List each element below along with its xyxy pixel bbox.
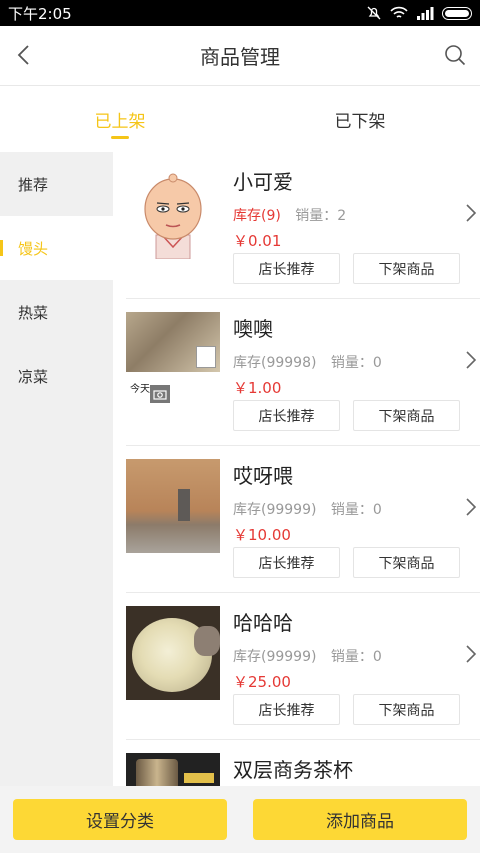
delist-button[interactable]: 下架商品 xyxy=(353,400,460,431)
thumbnail-caption: 今天 xyxy=(130,384,150,395)
product-sales: 销量：0 xyxy=(330,355,382,371)
product-item[interactable]: 哈哈哈 库存(99999) 销量：0 ￥25.00 店长推荐 下架商品 xyxy=(126,593,480,740)
product-sales: 销量：0 xyxy=(330,649,382,665)
chevron-right-icon xyxy=(466,645,477,663)
product-price: ￥1.00 xyxy=(233,379,282,397)
status-tabs: 已上架 已下架 xyxy=(0,87,480,151)
mute-icon xyxy=(367,6,381,20)
product-item[interactable]: 双层商务茶杯 xyxy=(126,740,480,786)
sidebar-item-recommend[interactable]: 推荐 xyxy=(0,152,113,216)
product-name: 哈哈哈 xyxy=(233,611,293,635)
recommend-button[interactable]: 店长推荐 xyxy=(233,694,340,725)
set-category-button[interactable]: 设置分类 xyxy=(13,799,227,840)
product-name: 哎呀喂 xyxy=(233,464,293,488)
category-sidebar: 推荐 馒头 热菜 凉菜 xyxy=(0,152,113,786)
page-title: 商品管理 xyxy=(200,45,280,69)
product-thumbnail xyxy=(126,459,220,553)
product-sales: 销量：2 xyxy=(295,208,347,224)
sidebar-item-mantou[interactable]: 馒头 xyxy=(0,216,113,280)
chevron-left-icon xyxy=(17,45,29,65)
recommend-button[interactable]: 店长推荐 xyxy=(233,253,340,284)
sidebar-item-cold-dishes[interactable]: 凉菜 xyxy=(0,344,113,408)
add-product-button[interactable]: 添加商品 xyxy=(253,799,467,840)
product-stock: 库存(9) xyxy=(233,208,281,224)
product-thumbnail xyxy=(126,165,220,259)
delist-button[interactable]: 下架商品 xyxy=(353,253,460,284)
search-icon xyxy=(445,45,466,66)
product-name: 噢噢 xyxy=(233,317,273,341)
chevron-right-icon xyxy=(466,498,477,516)
product-stock: 库存(99999) xyxy=(233,502,317,518)
battery-icon xyxy=(442,6,472,20)
cartoon-character-image xyxy=(144,173,202,259)
product-item[interactable]: 哎呀喂 库存(99999) 销量：0 ￥10.00 店长推荐 下架商品 xyxy=(126,446,480,593)
product-name: 小可爱 xyxy=(233,170,293,194)
delist-button[interactable]: 下架商品 xyxy=(353,547,460,578)
top-nav: 商品管理 xyxy=(0,26,480,86)
product-item[interactable]: 今天 噢噢 库存(99998) 销量：0 ￥1.00 店长推荐 下架商品 xyxy=(126,299,480,446)
chevron-right-icon xyxy=(466,204,477,222)
building-photo-image xyxy=(126,459,220,553)
tab-delisted[interactable]: 已下架 xyxy=(240,87,480,151)
product-thumbnail xyxy=(126,753,220,786)
chevron-right-icon xyxy=(466,351,477,369)
product-price: ￥0.01 xyxy=(233,232,282,250)
signal-icon xyxy=(417,6,434,20)
product-name: 双层商务茶杯 xyxy=(233,758,353,782)
recommend-button[interactable]: 店长推荐 xyxy=(233,400,340,431)
product-price: ￥10.00 xyxy=(233,526,291,544)
delist-button[interactable]: 下架商品 xyxy=(353,694,460,725)
recommend-button[interactable]: 店长推荐 xyxy=(233,547,340,578)
wifi-icon xyxy=(390,6,408,18)
product-stock: 库存(99999) xyxy=(233,649,317,665)
tab-listed[interactable]: 已上架 xyxy=(0,87,240,151)
search-button[interactable] xyxy=(440,40,470,70)
camera-icon xyxy=(150,385,170,403)
status-bar: 下午2:05 xyxy=(0,0,480,26)
product-list: 小可爱 库存(9) 销量：2 ￥0.01 店长推荐 下架商品 今天 噢噢 库存(… xyxy=(113,152,480,786)
product-stock: 库存(99998) xyxy=(233,355,317,371)
product-sales: 销量：0 xyxy=(330,502,382,518)
back-button[interactable] xyxy=(8,40,38,70)
product-thumbnail: 今天 xyxy=(126,312,220,406)
product-thumbnail xyxy=(126,606,220,700)
product-item[interactable]: 小可爱 库存(9) 销量：2 ￥0.01 店长推荐 下架商品 xyxy=(126,152,480,299)
product-price: ￥25.00 xyxy=(233,673,291,691)
status-time: 下午2:05 xyxy=(8,4,72,23)
tea-cup-image xyxy=(136,759,178,786)
sidebar-item-hot-dishes[interactable]: 热菜 xyxy=(0,280,113,344)
bottom-action-bar: 设置分类 添加商品 xyxy=(0,786,480,853)
